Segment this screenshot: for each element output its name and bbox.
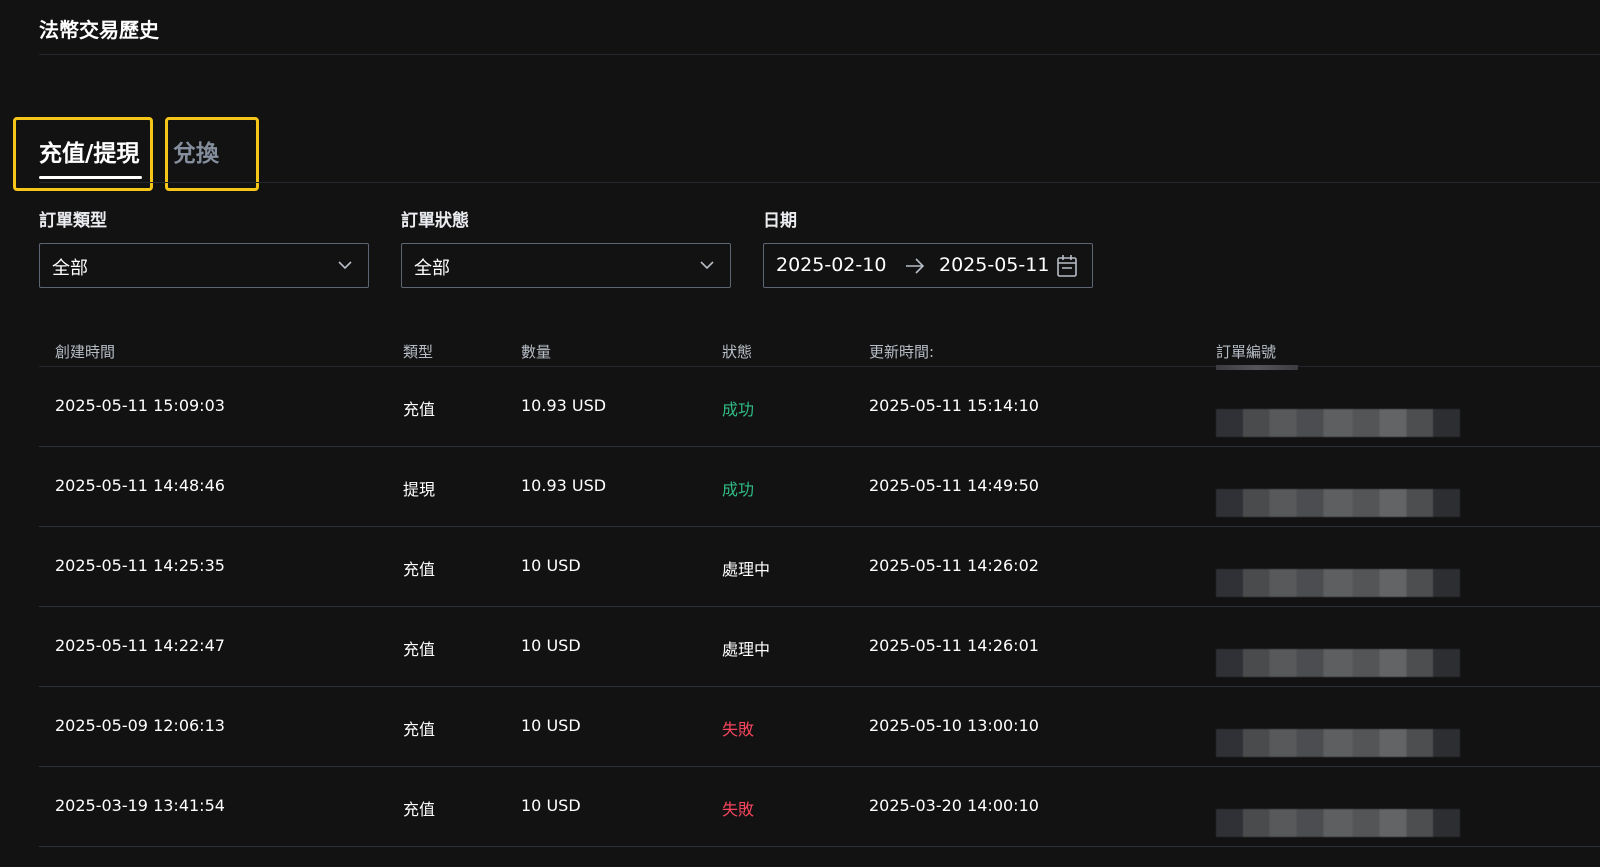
- order-type: 充值: [403, 400, 436, 419]
- table-header: 創建時間 類型 數量 狀態 更新時間: 訂單編號: [39, 335, 1600, 367]
- amount: 10 USD: [521, 636, 581, 655]
- order-id-redacted: [1216, 729, 1460, 757]
- header-created-time: 創建時間: [55, 343, 116, 361]
- created-time: 2025-05-11 14:25:35: [55, 556, 225, 575]
- table-row: 2025-05-11 14:25:35 充值 10 USD 處理中 2025-0…: [39, 527, 1600, 607]
- amount: 10 USD: [521, 556, 581, 575]
- tab-deposit-withdraw[interactable]: 充值/提現: [13, 117, 153, 191]
- table-row: 2025-05-11 14:22:47 充值 10 USD 處理中 2025-0…: [39, 607, 1600, 687]
- date-label: 日期: [763, 211, 797, 231]
- amount: 10 USD: [521, 796, 581, 815]
- order-type: 充值: [403, 800, 436, 819]
- order-type: 充值: [403, 640, 436, 659]
- order-type-select[interactable]: 全部: [39, 243, 369, 288]
- start-date-input[interactable]: 2025-02-10: [776, 254, 886, 276]
- end-date-input[interactable]: 2025-05-11: [939, 254, 1049, 276]
- active-tab-indicator: [39, 176, 142, 179]
- created-time: 2025-05-11 15:09:03: [55, 396, 225, 415]
- status-badge: 處理中: [722, 560, 771, 579]
- order-status-filter: 訂單狀態 全部: [401, 210, 731, 288]
- order-type-value: 全部: [52, 258, 88, 279]
- transactions-table: 創建時間 類型 數量 狀態 更新時間: 訂單編號 2025-05-11 15:0…: [39, 335, 1600, 847]
- order-id-redacted: [1216, 649, 1460, 677]
- tab-convert-label: 兌換: [173, 141, 219, 167]
- amount: 10.93 USD: [521, 396, 607, 415]
- order-type: 充值: [403, 560, 436, 579]
- order-id-redacted: [1216, 809, 1460, 837]
- order-type-label: 訂單類型: [39, 211, 107, 231]
- order-type: 提現: [403, 480, 436, 499]
- created-time: 2025-05-09 12:06:13: [55, 716, 225, 735]
- order-status-select[interactable]: 全部: [401, 243, 731, 288]
- header-status: 狀態: [722, 343, 753, 361]
- order-id-redacted: [1216, 409, 1460, 437]
- title-divider: [39, 54, 1600, 55]
- updated-time: 2025-05-11 14:26:01: [869, 636, 1039, 655]
- updated-time: 2025-05-11 14:49:50: [869, 476, 1039, 495]
- order-status-value: 全部: [414, 258, 450, 279]
- order-id-redacted: [1216, 365, 1298, 370]
- calendar-icon[interactable]: [1056, 254, 1078, 278]
- status-badge: 失敗: [722, 800, 755, 819]
- updated-time: 2025-05-11 14:26:02: [869, 556, 1039, 575]
- updated-time: 2025-05-11 15:14:10: [869, 396, 1039, 415]
- created-time: 2025-03-19 13:41:54: [55, 796, 225, 815]
- updated-time: 2025-05-10 13:00:10: [869, 716, 1039, 735]
- fiat-history-page: 法幣交易歷史 充值/提現 兌換 訂單類型 全部 訂單狀態 全部 日期 2025-…: [0, 0, 1600, 867]
- order-id-redacted: [1216, 489, 1460, 517]
- order-status-label: 訂單狀態: [401, 211, 469, 231]
- status-badge: 失敗: [722, 720, 755, 739]
- date-range-picker[interactable]: 2025-02-10 2025-05-11: [763, 243, 1093, 288]
- chevron-down-icon: [338, 261, 352, 270]
- status-badge: 成功: [722, 400, 755, 419]
- order-id-redacted: [1216, 569, 1460, 597]
- amount: 10 USD: [521, 716, 581, 735]
- status-badge: 成功: [722, 480, 755, 499]
- table-row: 2025-05-11 14:48:46 提現 10.93 USD 成功 2025…: [39, 447, 1600, 527]
- table-row: 2025-05-11 15:09:03 充值 10.93 USD 成功 2025…: [39, 365, 1600, 447]
- tabs-divider: [39, 182, 1600, 183]
- order-type: 充值: [403, 720, 436, 739]
- order-type-filter: 訂單類型 全部: [39, 210, 369, 288]
- header-amount: 數量: [521, 343, 552, 361]
- status-badge: 處理中: [722, 640, 771, 659]
- header-type: 類型: [403, 343, 434, 361]
- table-row: 2025-03-19 13:41:54 充值 10 USD 失敗 2025-03…: [39, 767, 1600, 847]
- header-updated-time: 更新時間:: [869, 343, 935, 361]
- date-filter: 日期 2025-02-10 2025-05-11: [763, 210, 1093, 288]
- page-title: 法幣交易歷史: [39, 18, 159, 42]
- tab-deposit-withdraw-label: 充值/提現: [39, 141, 140, 167]
- created-time: 2025-05-11 14:22:47: [55, 636, 225, 655]
- updated-time: 2025-03-20 14:00:10: [869, 796, 1039, 815]
- table-row: 2025-05-09 12:06:13 充值 10 USD 失敗 2025-05…: [39, 687, 1600, 767]
- chevron-down-icon: [700, 261, 714, 270]
- amount: 10.93 USD: [521, 476, 607, 495]
- tab-convert[interactable]: 兌換: [165, 117, 259, 191]
- created-time: 2025-05-11 14:48:46: [55, 476, 225, 495]
- header-order-id: 訂單編號: [1216, 343, 1277, 361]
- arrow-right-icon: [906, 258, 925, 274]
